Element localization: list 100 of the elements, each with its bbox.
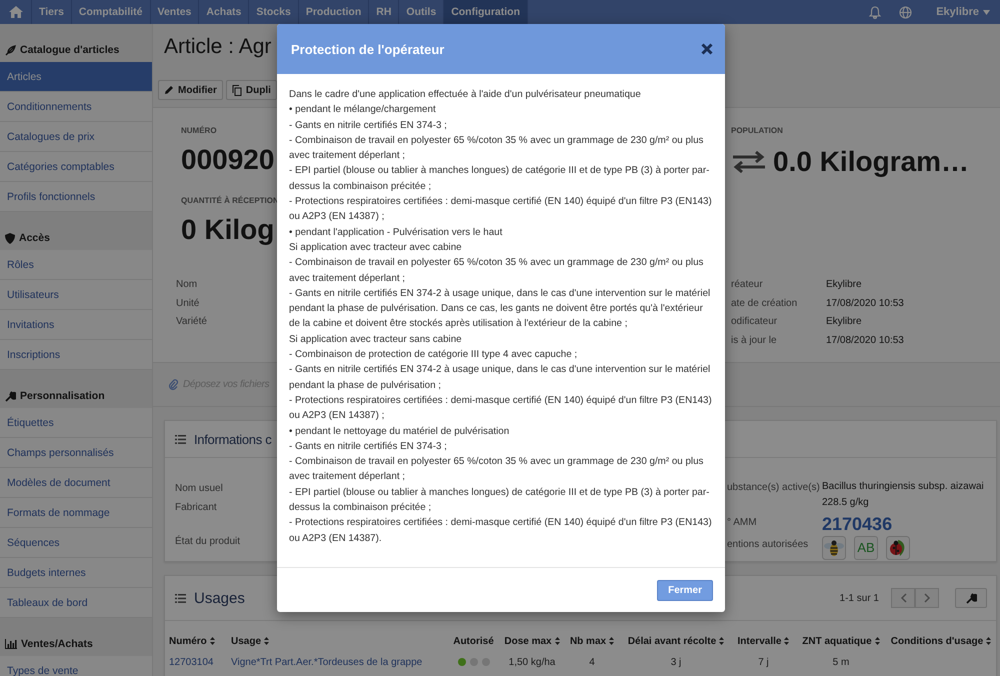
property-label: État du produit (175, 534, 240, 549)
nav-tab[interactable]: Configuration (444, 0, 528, 24)
column-header[interactable]: Numéro (169, 631, 231, 651)
section-title: Personnalisation (20, 390, 105, 402)
swap-arrows-icon (731, 150, 767, 174)
amm-number: 2170436 (822, 514, 894, 534)
property-label: Fabricant (175, 500, 217, 514)
modal-paragraph: - Gants en nitrile certifiés EN 374-2 à usage unique, dans le cas d'une intervention sur le matériel pendant la phase de pulvérisation. Dans ce cas, les gants ne doivent être portés qu'à l'extérieur de la cabine et doivent être stockés après utilisation à l'extérieur de la cabine ; (289, 286, 712, 332)
copy-icon (232, 84, 242, 96)
panel-title: Informations c (194, 432, 272, 446)
pagination-count: 1-1 sur 1 (840, 592, 879, 604)
property-label: Variété (176, 315, 207, 329)
column-header[interactable]: Intervalle (731, 631, 796, 651)
home-icon (8, 6, 22, 18)
modal-paragraph: - Gants en nitrile certifiés EN 374-2 à usage unique, dans le cas d'une intervention sur le matériel pendant la phase de pulvérisation ; (289, 363, 712, 393)
modal-paragraph: - Combinaison de travail en polyester 65 %/coton 35 % avec un grammage de 230 g/m² ou plus avec traitement déperlant ; (289, 455, 704, 484)
modal-paragraph: - EPI partiel (blouse ou tablier à manches longues) de catégorie III et de type PB (3) à porter par-dessus la combinaison précitée ; (289, 164, 710, 194)
sort-icon (784, 637, 790, 645)
property-label: ate de création (731, 296, 798, 310)
pencil-icon (164, 85, 174, 95)
column-header[interactable]: Nb max (563, 631, 621, 651)
section-title: Accès (19, 232, 50, 244)
wrench-icon (966, 592, 976, 604)
field-label: QUANTITÉ À RÉCEPTION (181, 196, 279, 207)
modal-paragraph: Si application avec tracteur avec cabine (289, 240, 463, 255)
field-value: 000920 (181, 143, 274, 177)
sort-icon (719, 637, 724, 645)
column-header[interactable]: Délai avant récolte (621, 631, 731, 651)
modal-paragraph: - Protections respiratoires certifiées : demi-masque certifié (EN 140) équipé d'un filtre P3 (EN143) ou A2P3 (EN 14387) ; (289, 195, 713, 224)
sort-icon (210, 637, 215, 645)
modal-paragraph: - Gants en nitrile certifiés EN 374-3 ; (289, 118, 448, 133)
column-header[interactable]: Usage (231, 631, 446, 651)
section-title: Catalogue d'articles (20, 44, 120, 56)
property-value: Ekylibre (826, 278, 863, 292)
feather-icon (5, 44, 16, 56)
table-link[interactable]: 12703104 (169, 656, 214, 668)
column-header[interactable]: Conditions d'usage (886, 631, 996, 651)
duplicate-button[interactable]: Dupli (226, 80, 277, 100)
property-label: is à jour le (731, 334, 777, 348)
bell-icon[interactable] (869, 6, 882, 18)
column-header[interactable]: Autorisé (446, 631, 501, 651)
sidebar-item[interactable]: Articles (0, 62, 152, 92)
property-value: 228.5 g/kg (822, 496, 870, 510)
caret-icon (983, 10, 990, 14)
shield-icon (5, 232, 15, 244)
page-title: Article : Agr (164, 35, 272, 59)
table-link[interactable]: Vigne*Trt Part.Aer.*Tordeuses de la grappe (231, 656, 422, 668)
modal-paragraph: • pendant le mélange/chargement (289, 103, 437, 118)
close-button[interactable]: Fermer (657, 580, 713, 600)
property-label: Nom usuel (175, 482, 223, 496)
organic-badge: AB (854, 536, 878, 560)
table-cell: 7 j (758, 656, 769, 668)
modal-paragraph: - Combinaison de travail en polyester 65 %/coton 35 % avec un grammage de 230 g/m² ou plus avec traitement déperlant ; (289, 134, 704, 164)
sort-icon (554, 637, 560, 645)
table-cell: 1,50 kg/ha (508, 656, 556, 668)
chevron-right-icon (924, 593, 930, 603)
table-cell: 4 (589, 656, 595, 668)
section-title: Ventes/Achats (21, 638, 93, 650)
property-label: entions autorisées (727, 538, 808, 552)
chevron-left-icon (900, 593, 906, 603)
next-page-button[interactable] (915, 588, 939, 608)
modal-paragraph: - EPI partiel (blouse ou tablier à manches longues) de catégorie III et de type PB (3) à porter par-dessus la combinaison précitée ; (289, 486, 710, 516)
population-value: 0.0 Kilogram… (773, 145, 970, 179)
previous-page-button[interactable] (891, 588, 915, 608)
paperclip-icon (169, 379, 178, 390)
modal-title: Protection de l'opérateur (291, 42, 444, 56)
modal-paragraph: • pendant l'application - Pulvérisation vers le haut (289, 226, 504, 240)
property-label: ubstance(s) active(s) (727, 481, 820, 495)
list-icon (175, 594, 186, 602)
table-cell: 3 j (670, 656, 682, 668)
property-value: Ekylibre (826, 315, 863, 329)
panel-title: Usages (194, 590, 245, 606)
property-label: ° AMM (727, 516, 757, 530)
property-label: Nom (176, 278, 198, 292)
edit-button[interactable]: Modifier (158, 80, 223, 100)
field-label: NUMÉRO (181, 126, 217, 137)
nav-tab[interactable]: Achats (199, 0, 250, 24)
modal-paragraph: - Gants en nitrile certifiés EN 374-3 ; (289, 440, 448, 454)
table-cell: 5 m (832, 656, 850, 668)
close-icon[interactable] (701, 43, 713, 55)
settings-button[interactable] (955, 588, 987, 608)
globe-icon[interactable] (899, 6, 912, 18)
bar-chart-icon (5, 639, 17, 649)
user-menu[interactable]: Ekylibre (936, 6, 979, 18)
list-icon (175, 434, 186, 444)
property-value: Bacillus thuringiensis subsp. aizawai (822, 480, 985, 494)
field-label: POPULATION (731, 126, 783, 137)
wrench-icon (5, 390, 16, 402)
sort-icon (264, 637, 270, 645)
column-header[interactable]: Dose max (501, 631, 563, 651)
property-label: réateur (731, 278, 763, 292)
modal-paragraph: Si application avec tracteur sans cabine (289, 332, 463, 347)
field-value: 0 Kilog (181, 213, 274, 247)
property-value: 17/08/2020 10:53 (826, 296, 905, 310)
sort-icon (986, 637, 992, 645)
modal-paragraph: - Protections respiratoires certifiées : demi-masque certifié (EN 140) équipé d'un filtre P3 (EN143) ou A2P3 (EN 14387). (289, 516, 713, 546)
modal-paragraph: - Combinaison de protection de catégorie III type 4 avec capuche ; (289, 348, 578, 362)
column-header[interactable]: ZNT aquatique (796, 631, 886, 651)
modal-paragraph: • pendant le nettoyage du matériel de pulvérisation (289, 424, 510, 439)
property-value: 17/08/2020 10:53 (826, 334, 905, 348)
